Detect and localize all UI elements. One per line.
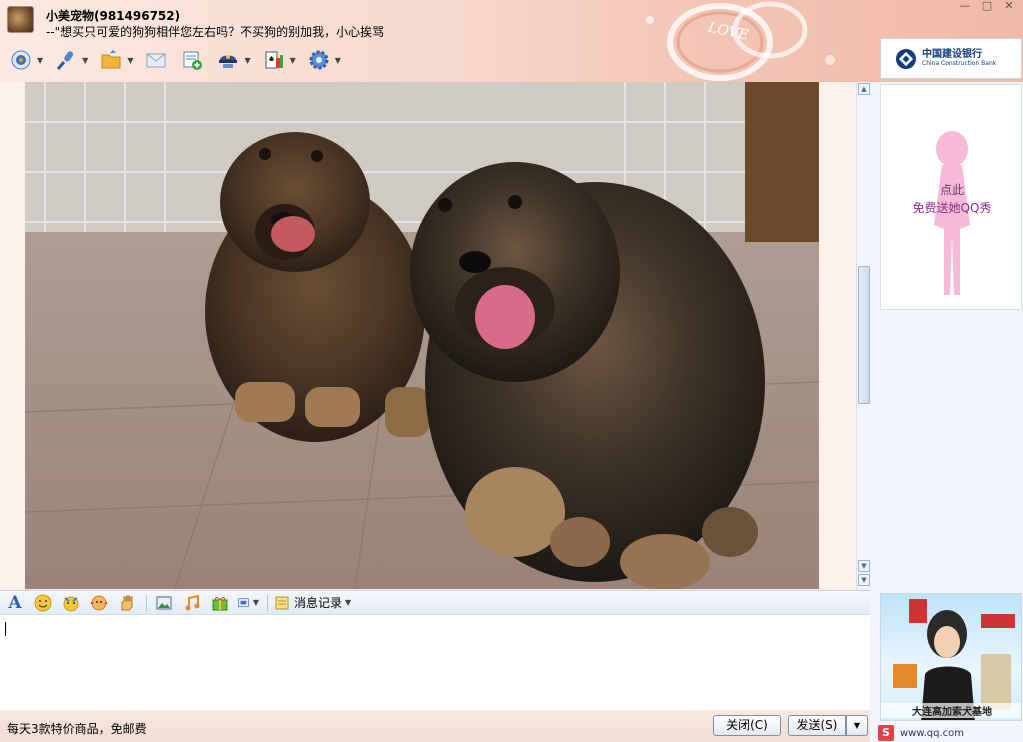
mail-button[interactable] [143,48,169,72]
captain-hat-icon [219,55,238,68]
contact-signature: --"想买只可爱的狗狗相伴您左右吗？不买狗的别加我，小心挨骂 [46,25,385,39]
love-text: LOVE [706,19,750,43]
folder-icon [101,50,121,69]
tray-url: www.qq.com [900,727,965,739]
shake-face-icon [91,595,107,610]
cards-icon [265,51,283,69]
sidebar-tray: S www.qq.com [876,724,1023,742]
qqshow-panel[interactable]: 点此 免费送她QQ秀 [880,84,1022,310]
qqshow-free-gift[interactable]: 免费送她QQ秀 [881,199,1023,216]
chevron-down-icon[interactable]: ▼ [290,56,296,65]
chevron-down-icon[interactable]: ▼ [37,56,43,65]
microphone-icon [57,51,74,70]
scroll-bottom-arrow-icon[interactable]: ▼ [858,574,870,586]
message-history-button[interactable]: 消息记录 ▼ [274,594,351,611]
main-toolbar: ▼ ▼ ▼ ▼ ▼ ▼ [8,46,351,74]
promo-link[interactable]: 每天3款特价商品，免邮费 [7,720,147,737]
qq-show-button[interactable]: ▼ [215,48,251,72]
camera-icon [11,50,31,70]
app-share-icon [183,51,203,70]
send-options-chevron-icon[interactable]: ▼ [846,715,868,736]
magic-emoji-button[interactable] [60,593,82,613]
gear-icon [309,50,329,70]
close-button[interactable]: 关闭(C) [713,715,781,736]
music-button[interactable] [181,593,203,613]
shake-window-button[interactable] [88,593,110,613]
input-toolbar: A ▼ 消息记录 ▼ [0,590,870,615]
gift-icon [212,596,228,610]
bank-name-cn: 中国建设银行 [922,49,982,60]
chevron-down-icon[interactable]: ▼ [244,56,250,65]
sogou-input-icon[interactable]: S [878,725,894,741]
music-note-icon [185,594,200,610]
ccb-logo-icon [896,48,916,69]
close-window-button[interactable]: ✕ [999,0,1019,14]
send-image-button[interactable] [153,593,175,613]
maximize-button[interactable]: □ [977,0,997,14]
qqshow-click-here: 点此 [939,183,964,197]
scroll-up-arrow-icon[interactable]: ▲ [858,83,870,95]
envelope-icon [146,53,166,68]
bank-name-en: China Construction Bank [922,60,997,67]
scrollbar-thumb[interactable] [858,266,870,404]
send-file-button[interactable]: ▼ [98,48,133,72]
love-ring-decoration: LOVE [646,1,835,81]
window-header: LOVE 小美宠物(981496752) --"想买只可爱的狗狗相伴您左右吗？不… [0,0,1023,82]
message-history-label: 消息记录 [294,596,343,610]
settings-button[interactable]: ▼ [306,48,341,72]
kennel-ad-caption: 大连高加索犬基地 [881,703,1021,718]
voice-message-button[interactable] [116,593,138,613]
footer-bar: 每天3款特价商品，免邮费 关闭(C) 发送(S) ▼ [0,710,870,742]
chat-history-area[interactable] [0,82,856,589]
text-cursor [5,622,6,636]
minimize-button[interactable]: — [955,0,975,14]
contact-avatar[interactable] [7,6,34,33]
scroll-down-arrow-icon[interactable]: ▼ [858,560,870,572]
puppies-photo [25,82,819,589]
chevron-down-icon[interactable]: ▼ [82,56,88,65]
video-chat-button[interactable]: ▼ [8,48,43,72]
hand-icon [121,595,133,610]
font-settings-button[interactable]: A [4,593,26,613]
window-controls: — □ ✕ [955,0,1019,14]
send-button[interactable]: 发送(S) [788,715,846,736]
voice-chat-button[interactable]: ▼ [53,48,88,72]
smiley-icon [34,594,52,611]
history-icon [275,596,289,609]
message-input[interactable] [0,615,870,710]
chevron-down-icon[interactable]: ▼ [127,56,133,65]
emoji-button[interactable] [32,593,54,613]
application-share-button[interactable] [179,48,205,72]
chevron-down-icon[interactable]: ▼ [345,598,351,607]
screenshot-button[interactable]: ▼ [237,593,259,613]
kennel-ad[interactable]: 大连高加索犬基地 [880,593,1022,721]
contact-name: 小美宠物(981496752) [46,9,181,23]
gift-button[interactable] [209,593,231,613]
screenshot-icon [238,597,249,607]
chevron-down-icon[interactable]: ▼ [335,56,341,65]
chat-scrollbar[interactable]: ▲ ▼ ▼ [856,82,870,589]
bank-ad-banner[interactable]: 中国建设银行 China Construction Bank [880,38,1022,79]
magic-face-icon [63,596,79,611]
image-icon [156,596,172,609]
chevron-down-icon[interactable]: ▼ [253,598,259,607]
games-button[interactable]: ▼ [261,48,296,72]
kennel-ad-illustration [893,599,1015,720]
